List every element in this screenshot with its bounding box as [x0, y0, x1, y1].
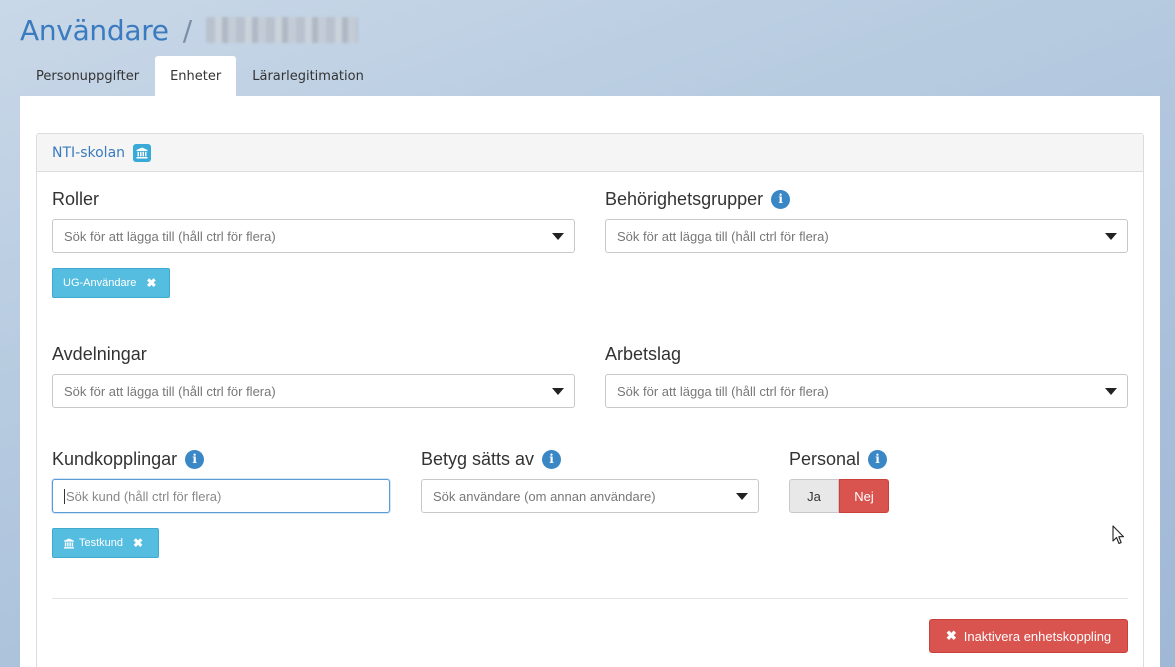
personal-option-ja[interactable]: Ja	[789, 479, 839, 513]
betyg-label-text: Betyg sätts av	[421, 448, 535, 469]
unit-name-link[interactable]: NTI-skolan	[52, 145, 125, 161]
chevron-down-icon	[1105, 233, 1117, 240]
avdelningar-label: Avdelningar	[52, 342, 147, 366]
roller-select[interactable]: Sök för att lägga till (håll ctrl för fl…	[52, 219, 575, 253]
breadcrumb-separator: /	[182, 13, 193, 47]
behorighetsgrupper-placeholder: Sök för att lägga till (håll ctrl för fl…	[617, 228, 829, 244]
behorighetsgrupper-label-text: Behörighetsgrupper	[605, 188, 764, 209]
unit-panel: NTI-skolan Roller Sök för att lägga till…	[36, 133, 1144, 667]
avdelningar-placeholder: Sök för att lägga till (håll ctrl för fl…	[64, 383, 276, 399]
tab-personuppgifter[interactable]: Personuppgifter	[20, 56, 155, 97]
personal-label-text: Personal	[789, 448, 861, 469]
betyg-placeholder: Sök användare (om annan användare)	[433, 488, 656, 504]
text-cursor	[64, 488, 65, 504]
close-icon: ✖	[945, 628, 957, 643]
kund-tag-label: Testkund	[79, 537, 124, 549]
content-card: NTI-skolan Roller Sök för att lägga till…	[20, 96, 1160, 667]
chevron-down-icon	[552, 388, 564, 395]
chevron-down-icon	[736, 493, 748, 500]
betyg-label: Betyg sätts av i	[421, 447, 562, 471]
remove-tag-icon[interactable]: ✖	[133, 536, 143, 550]
info-icon[interactable]: i	[542, 449, 562, 469]
chevron-down-icon	[1105, 388, 1117, 395]
tab-lararlegitimation[interactable]: Lärarlegitimation	[236, 56, 380, 97]
kundkopplingar-label: Kundkopplingar i	[52, 447, 205, 471]
divider	[52, 598, 1128, 599]
info-icon[interactable]: i	[771, 189, 791, 209]
mouse-cursor-icon	[1112, 525, 1125, 545]
betyg-select[interactable]: Sök användare (om annan användare)	[421, 479, 759, 513]
info-icon[interactable]: i	[868, 449, 888, 469]
remove-tag-icon[interactable]: ✖	[146, 276, 156, 290]
kund-tag: Testkund ✖	[52, 528, 159, 558]
avdelningar-label-text: Avdelningar	[52, 343, 147, 364]
tab-enheter[interactable]: Enheter	[155, 56, 237, 97]
avdelningar-select[interactable]: Sök för att lägga till (håll ctrl för fl…	[52, 374, 575, 408]
deactivate-unit-label: Inaktivera enhetskoppling	[963, 628, 1112, 644]
page-title: Användare	[20, 13, 169, 47]
deactivate-unit-button[interactable]: ✖ Inaktivera enhetskoppling	[929, 619, 1128, 653]
arbetslag-placeholder: Sök för att lägga till (håll ctrl för fl…	[617, 383, 829, 399]
arbetslag-label: Arbetslag	[605, 342, 681, 366]
kundkopplingar-label-text: Kundkopplingar	[52, 448, 178, 469]
page-header: Användare /	[20, 10, 359, 50]
bank-icon	[133, 143, 152, 162]
info-icon[interactable]: i	[185, 449, 205, 469]
kundkopplingar-placeholder: Sök kund (håll ctrl för flera)	[66, 488, 222, 504]
roller-tag: UG-Användare ✖	[52, 268, 170, 298]
roller-placeholder: Sök för att lägga till (håll ctrl för fl…	[64, 228, 276, 244]
personal-toggle: Ja Nej	[789, 479, 889, 513]
redacted-user-name	[206, 17, 359, 43]
roller-tag-label: UG-Användare	[63, 277, 137, 289]
roller-label-text: Roller	[52, 188, 100, 209]
arbetslag-label-text: Arbetslag	[605, 343, 682, 364]
bank-icon	[63, 537, 75, 549]
behorighetsgrupper-select[interactable]: Sök för att lägga till (håll ctrl för fl…	[605, 219, 1128, 253]
roller-label: Roller	[52, 187, 99, 211]
tab-bar: Personuppgifter Enheter Lärarlegitimatio…	[20, 56, 380, 97]
kundkopplingar-search-input[interactable]: Sök kund (håll ctrl för flera)	[52, 479, 390, 513]
chevron-down-icon	[552, 233, 564, 240]
behorighetsgrupper-label: Behörighetsgrupper i	[605, 187, 791, 211]
personal-option-nej[interactable]: Nej	[839, 479, 889, 513]
arbetslag-select[interactable]: Sök för att lägga till (håll ctrl för fl…	[605, 374, 1128, 408]
personal-label: Personal i	[789, 447, 888, 471]
unit-panel-header: NTI-skolan	[37, 134, 1143, 172]
